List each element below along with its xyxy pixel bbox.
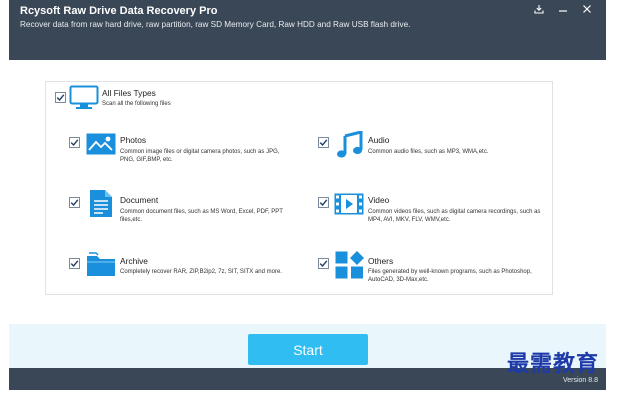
start-button[interactable]: Start xyxy=(248,334,368,365)
main-content: All Files Types Scan all the following f… xyxy=(9,60,606,324)
checkmark-icon xyxy=(70,139,79,147)
monitor-icon xyxy=(69,85,99,110)
app-subtitle: Recover data from raw hard drive, raw pa… xyxy=(20,20,411,29)
checkmark-icon xyxy=(319,260,328,268)
others-description: Files generated by well-known programs, … xyxy=(368,269,532,283)
document-icon xyxy=(89,189,113,218)
app-window: Rcysoft Raw Drive Data Recovery Pro Reco… xyxy=(9,0,606,390)
others-checkbox[interactable] xyxy=(318,258,329,269)
video-checkbox[interactable] xyxy=(318,197,329,208)
all-files-description: Scan all the following files xyxy=(102,101,171,107)
close-icon xyxy=(582,4,592,14)
film-icon xyxy=(334,193,364,215)
folder-icon xyxy=(86,252,116,278)
archive-checkbox[interactable] xyxy=(69,258,80,269)
file-types-panel: All Files Types Scan all the following f… xyxy=(45,81,553,295)
close-button[interactable] xyxy=(576,0,598,18)
checkmark-icon xyxy=(70,260,79,268)
minimize-icon xyxy=(558,4,568,14)
photos-checkbox[interactable] xyxy=(69,137,80,148)
document-title: Document xyxy=(120,195,159,205)
download-button[interactable] xyxy=(528,0,550,18)
audio-description: Common audio files, such as MP3, WMA,etc… xyxy=(368,149,489,155)
checkmark-icon xyxy=(70,199,79,207)
all-files-checkbox[interactable] xyxy=(55,92,66,103)
archive-description: Completely recover RAR, ZIP,B2ip2, 7z, S… xyxy=(120,269,282,275)
minimize-button[interactable] xyxy=(552,0,574,18)
photos-description: Common image files or digital camera pho… xyxy=(120,149,280,163)
title-bar: Rcysoft Raw Drive Data Recovery Pro Reco… xyxy=(9,0,606,60)
checkmark-icon xyxy=(56,94,65,102)
video-description: Common videos files, such as digital cam… xyxy=(368,209,541,223)
checkmark-icon xyxy=(319,139,328,147)
document-description: Common document files, such as MS Word, … xyxy=(120,209,283,223)
audio-title: Audio xyxy=(368,135,390,145)
version-label: Version 8.8 xyxy=(562,377,598,384)
video-title: Video xyxy=(368,195,390,205)
audio-checkbox[interactable] xyxy=(318,137,329,148)
photos-title: Photos xyxy=(120,135,147,145)
watermark: 最需教育 xyxy=(507,352,600,377)
photo-icon xyxy=(86,133,116,155)
app-title: Rcysoft Raw Drive Data Recovery Pro xyxy=(20,5,218,17)
checkmark-icon xyxy=(319,199,328,207)
download-icon xyxy=(534,4,544,14)
archive-title: Archive xyxy=(120,256,148,266)
music-note-icon xyxy=(336,131,364,159)
others-title: Others xyxy=(368,256,394,266)
document-checkbox[interactable] xyxy=(69,197,80,208)
grid-diamond-icon xyxy=(335,251,365,280)
all-files-title: All Files Types xyxy=(102,88,156,98)
